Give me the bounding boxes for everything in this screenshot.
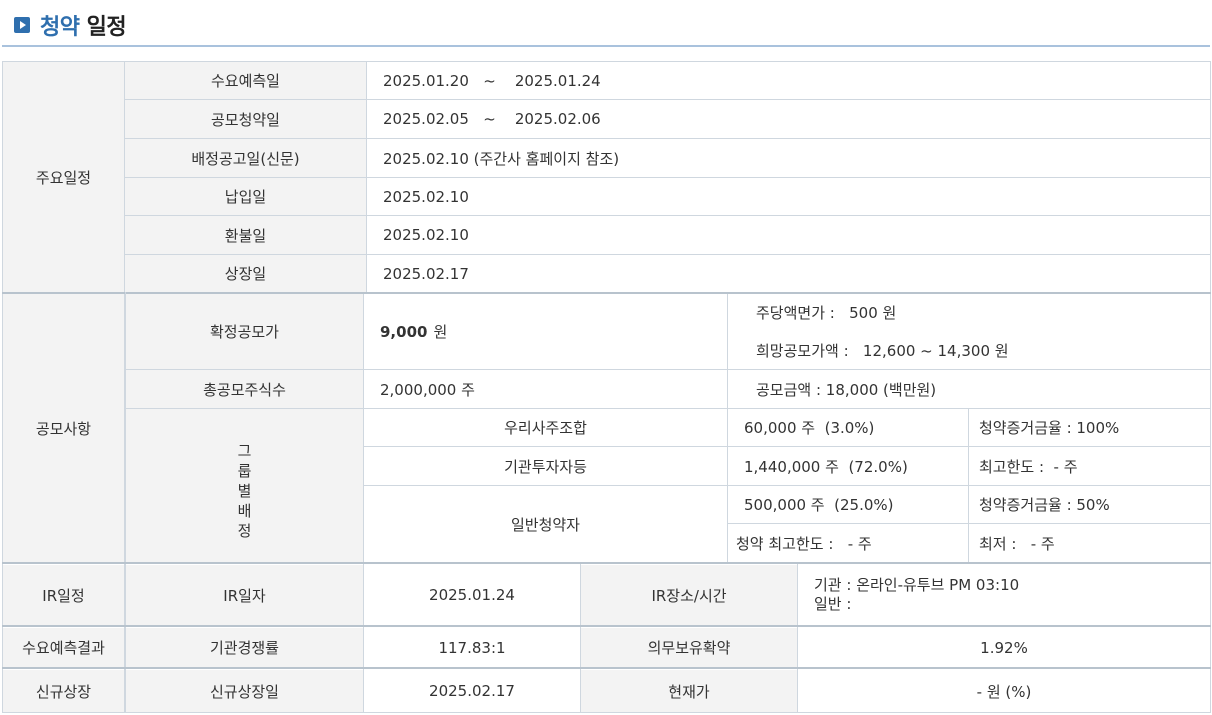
current-price-label: 현재가	[581, 670, 797, 712]
schedule-value: 2025.02.10 (주간사 홈페이지 참조)	[367, 139, 1210, 177]
table-border	[797, 564, 798, 713]
section-header: 청약 일정	[0, 0, 1212, 48]
lockup-value: 1.92%	[798, 628, 1210, 667]
schedule-label: 공모청약일	[125, 100, 366, 138]
group-name: 기관투자자등	[364, 447, 727, 485]
table-border	[727, 523, 1211, 524]
table-border	[363, 485, 1211, 486]
schedule-label: 상장일	[125, 255, 366, 292]
ir-date-label: IR일자	[126, 565, 363, 625]
group-char: 별	[237, 481, 252, 500]
schedule-value: 2025.02.05 ~ 2025.02.06	[367, 100, 1210, 138]
header-divider	[2, 45, 1210, 47]
subscription-max-limit: 청약 최고한도 : - 주	[728, 524, 968, 562]
competition-label: 기관경쟁률	[126, 628, 363, 667]
ir-place-label: IR장소/시간	[581, 565, 797, 625]
table-border	[124, 215, 1211, 216]
group-char: 정	[237, 521, 252, 540]
table-border	[125, 408, 1211, 409]
table-border	[2, 61, 3, 713]
table-border	[124, 138, 1211, 139]
schedule-label: 배정공고일(신문)	[125, 139, 366, 177]
total-shares-label: 총공모주식수	[126, 370, 363, 408]
competition-value: 117.83:1	[364, 628, 580, 667]
schedule-label: 환불일	[125, 216, 366, 254]
listing-date-label: 신규상장일	[126, 670, 363, 712]
price-label: 확정공모가	[126, 294, 363, 369]
group-name: 우리사주조합	[364, 409, 727, 446]
table-border	[124, 99, 1211, 100]
section-label-demand: 수요예측결과	[3, 628, 124, 667]
page-title: 청약 일정	[40, 9, 127, 41]
table-border	[1210, 61, 1211, 713]
title-highlight: 청약	[40, 15, 80, 40]
desired-price: 희망공모가액 : 12,600 ~ 14,300 원	[756, 341, 1009, 360]
section-divider	[2, 292, 1211, 294]
subscription-min-limit: 최저 : - 주	[969, 524, 1210, 562]
price-info: 주당액면가 : 500 원 희망공모가액 : 12,600 ~ 14,300 원	[728, 294, 1210, 369]
table-border	[125, 292, 126, 563]
confirmed-price: 9,000	[380, 322, 428, 341]
price-value: 9,000 원	[364, 294, 727, 369]
ir-date-value: 2025.01.24	[364, 565, 580, 625]
schedule-label: 수요예측일	[125, 62, 366, 99]
group-note: 최고한도 : - 주	[969, 447, 1210, 485]
arrow-box-icon	[14, 17, 30, 33]
table-border	[125, 369, 1211, 370]
total-shares-value: 2,000,000 주	[364, 370, 727, 408]
lockup-label: 의무보유확약	[581, 628, 797, 667]
table-border	[2, 712, 1211, 713]
table-border	[363, 564, 364, 713]
group-allocation-label: 그 룹 별 배 정	[126, 409, 363, 562]
table-border	[363, 294, 364, 562]
schedule-value: 2025.02.10	[367, 216, 1210, 254]
section-divider	[2, 625, 1211, 627]
ir-place-value: 기관 : 온라인-유투브 PM 03:10 일반 :	[798, 565, 1210, 625]
table-border	[2, 61, 1211, 62]
group-name: 일반청약자	[364, 486, 727, 562]
section-divider	[2, 667, 1211, 669]
group-char: 그	[237, 441, 252, 460]
section-divider	[2, 562, 1211, 564]
group-char: 배	[237, 501, 252, 520]
schedule-value: 2025.01.20 ~ 2025.01.24	[367, 62, 1210, 99]
section-label-schedule: 주요일정	[3, 62, 124, 292]
ir-place-institution: 기관 : 온라인-유투브 PM 03:10	[814, 576, 1020, 594]
table-border	[124, 254, 1211, 255]
schedule-value: 2025.02.10	[367, 178, 1210, 215]
schedule-value: 2025.02.17	[367, 255, 1210, 292]
price-unit: 원	[433, 323, 448, 341]
group-shares: 60,000 주 (3.0%)	[728, 409, 968, 446]
title-rest: 일정	[86, 15, 127, 40]
ir-place-general: 일반 :	[814, 595, 852, 613]
group-char: 룹	[237, 461, 252, 480]
table-border	[124, 177, 1211, 178]
table-border	[363, 446, 1211, 447]
group-note: 청약증거금율 : 50%	[969, 486, 1210, 523]
section-label-listing: 신규상장	[3, 670, 124, 712]
group-shares: 1,440,000 주 (72.0%)	[728, 447, 968, 485]
listing-date-value: 2025.02.17	[364, 670, 580, 712]
table-border	[125, 564, 126, 713]
section-label-offering: 공모사항	[3, 294, 124, 562]
table-border	[580, 564, 581, 713]
section-label-ir: IR일정	[3, 565, 124, 625]
group-shares: 500,000 주 (25.0%)	[728, 486, 968, 523]
current-price-value: - 원 (%)	[798, 670, 1210, 712]
schedule-label: 납입일	[125, 178, 366, 215]
table-border	[727, 294, 728, 562]
offer-amount: 공모금액 : 18,000 (백만원)	[728, 370, 1210, 408]
par-value: 주당액면가 : 500 원	[756, 303, 897, 322]
group-note: 청약증거금율 : 100%	[969, 409, 1210, 446]
